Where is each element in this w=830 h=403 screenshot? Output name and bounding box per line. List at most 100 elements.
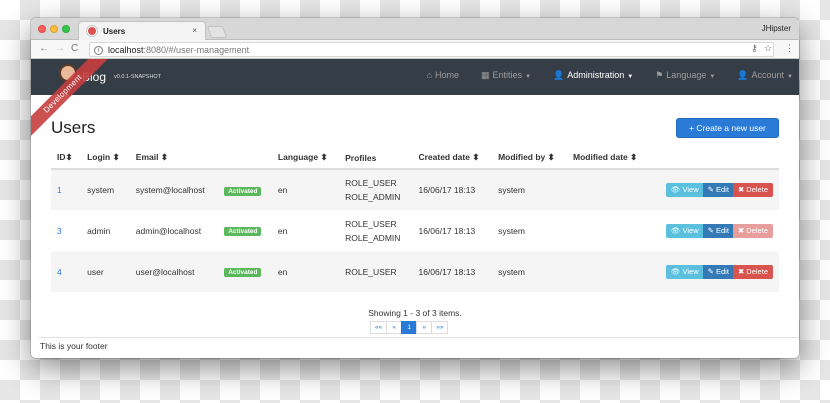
logo-icon[interactable] [59, 64, 77, 82]
user-icon: 👤 [737, 70, 749, 80]
app-version: v0.0.1-SNAPSHOT [114, 74, 162, 80]
main-content: Users + Create a new user ID⬍ Login ⬍ Em… [31, 95, 799, 358]
caret-down-icon: ▼ [709, 74, 716, 80]
profile-tag: ROLE_ADMIN [345, 232, 401, 243]
user-id-link[interactable]: 4 [57, 267, 62, 277]
cell-modified-date [567, 169, 650, 210]
col-modified-by[interactable]: Modified by ⬍ [492, 147, 567, 170]
nav-language[interactable]: ⚑ Language ▼ [655, 70, 715, 81]
cell-modified-date [567, 210, 650, 251]
page-next-button[interactable]: » [416, 321, 433, 334]
edit-button[interactable]: ✎ Edit [702, 223, 734, 238]
page-current-button[interactable]: 1 [401, 321, 418, 334]
table-header-row: ID⬍ Login ⬍ Email ⬍ Language ⬍ Profiles … [51, 147, 779, 170]
nav-home-label: Home [435, 70, 460, 80]
nav-account[interactable]: 👤 Account ▼ [737, 70, 793, 81]
delete-button-disabled[interactable]: ✖ Delete [732, 223, 773, 238]
col-language-label: Language [277, 152, 319, 162]
new-tab-button[interactable] [206, 26, 228, 38]
sort-icon: ⬍ [547, 152, 555, 162]
activated-badge[interactable]: Activated [224, 227, 262, 236]
view-button[interactable]: 👁 View [665, 223, 704, 238]
col-email[interactable]: Email ⬍ [129, 147, 219, 170]
jhipster-favicon-icon [87, 26, 97, 36]
user-plus-icon: 👤 [553, 70, 565, 80]
col-created-date[interactable]: Created date ⬍ [412, 147, 493, 170]
cell-status: Activated [218, 169, 272, 210]
cell-language: en [277, 225, 288, 236]
users-table: ID⬍ Login ⬍ Email ⬍ Language ⬍ Profiles … [51, 147, 779, 292]
cell-email: system@localhost [135, 185, 205, 195]
page-first-button[interactable]: «« [370, 321, 388, 334]
page-title: Users [51, 118, 96, 137]
profile-tag: ROLE_USER [345, 266, 397, 277]
col-login-label: Login [87, 152, 111, 162]
cell-id: 4 [51, 251, 81, 292]
cell-login: user [87, 266, 104, 277]
col-created-label: Created date [418, 152, 470, 162]
col-modified-date[interactable]: Modified date ⬍ [567, 147, 651, 170]
col-modified-by-label: Modified by [498, 152, 546, 162]
col-language[interactable]: Language ⬍ [271, 147, 340, 170]
page-prev-button[interactable]: « [386, 321, 403, 334]
col-status [218, 147, 272, 170]
sort-icon: ⬍ [112, 152, 120, 162]
forward-icon[interactable]: → [55, 43, 65, 54]
home-icon: ⌂ [426, 70, 433, 80]
page-last-button[interactable]: »» [431, 321, 449, 334]
delete-button[interactable]: ✖ Delete [732, 183, 773, 197]
minimize-window-button[interactable] [50, 25, 58, 33]
nav-entities[interactable]: ▦ Entities ▼ [481, 70, 531, 81]
url-path: :8080/#/user-management [143, 45, 250, 55]
cell-profiles: ROLE_USER ROLE_ADMIN [339, 210, 412, 251]
key-icon[interactable]: ⚷ [751, 43, 758, 54]
activated-badge[interactable]: Activated [224, 186, 262, 196]
col-profiles: Profiles [339, 147, 413, 170]
create-user-button[interactable]: + Create a new user [676, 118, 779, 138]
user-id-link[interactable]: 3 [57, 226, 62, 236]
view-button[interactable]: 👁 View [665, 183, 704, 197]
user-id-link[interactable]: 1 [57, 185, 62, 195]
tab-close-icon[interactable]: × [192, 26, 197, 35]
footer-text: This is your footer [40, 341, 108, 351]
cell-id: 3 [51, 210, 81, 251]
browser-menu-icon[interactable]: ⋮ [785, 43, 794, 54]
cell-status: Activated [218, 251, 272, 292]
delete-button[interactable]: ✖ Delete [732, 264, 773, 279]
url-input[interactable]: i localhost:8080/#/user-management [89, 42, 774, 57]
cell-profiles: ROLE_USER ROLE_ADMIN [339, 169, 412, 210]
edit-button[interactable]: ✎ Edit [702, 183, 734, 197]
nav-administration[interactable]: 👤 Administration ▼ [553, 70, 633, 81]
cell-created: 16/06/17 18:13 [418, 185, 476, 195]
profile-name[interactable]: JHipster [762, 24, 791, 33]
nav-home[interactable]: ⌂ Home [427, 70, 459, 81]
col-login[interactable]: Login ⬍ [81, 147, 130, 170]
col-id[interactable]: ID⬍ [51, 147, 82, 170]
brand-name[interactable]: Blog [82, 70, 106, 84]
view-button[interactable]: 👁 View [665, 264, 704, 279]
back-icon[interactable]: ← [39, 43, 49, 54]
col-modified-date-label: Modified date [573, 152, 628, 162]
cell-modified-by: system [498, 266, 525, 277]
cell-actions: 👁 View ✎ Edit ✖ Delete [650, 251, 779, 292]
activated-badge[interactable]: Activated [224, 268, 262, 277]
tab-strip: Users × JHipster [31, 18, 799, 40]
cell-actions: 👁 View ✎ Edit ✖ Delete [650, 169, 779, 210]
close-window-button[interactable] [38, 25, 46, 33]
table-row: 4 user user@localhost Activated en ROLE_… [51, 251, 779, 292]
cell-id: 1 [51, 169, 81, 210]
info-icon[interactable]: i [94, 46, 103, 55]
profile-tag: ROLE_USER [345, 218, 397, 229]
table-row: 1 system system@localhost Activated en R… [51, 169, 779, 210]
table-row: 3 admin admin@localhost Activated en ROL… [51, 210, 779, 251]
maximize-window-button[interactable] [62, 25, 70, 33]
star-icon[interactable]: ☆ [764, 43, 772, 54]
cell-profiles: ROLE_USER [339, 251, 412, 292]
url-text: localhost:8080/#/user-management [108, 45, 249, 55]
cell-login: system [87, 185, 115, 195]
edit-button[interactable]: ✎ Edit [702, 264, 734, 279]
reload-icon[interactable]: C [71, 43, 78, 54]
browser-tab[interactable]: Users × [78, 21, 206, 40]
profile-tag: ROLE_USER [345, 178, 397, 188]
url-host: localhost [108, 45, 144, 55]
